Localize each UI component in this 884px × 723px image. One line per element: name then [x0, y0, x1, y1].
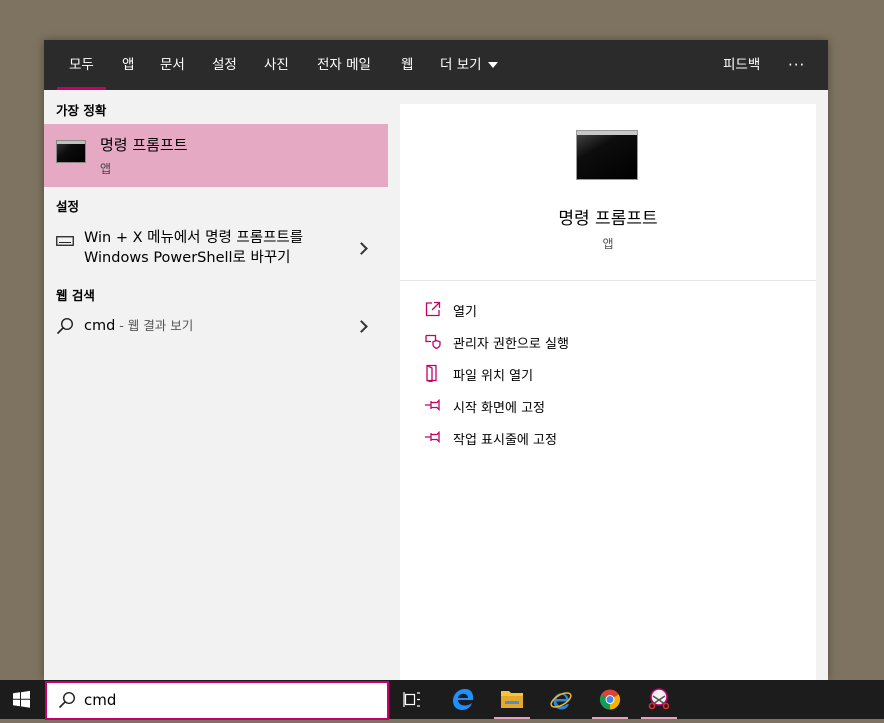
- search-icon: [56, 317, 74, 335]
- chevron-down-icon: [487, 62, 498, 68]
- tab-email[interactable]: 전자 메일: [317, 40, 371, 90]
- search-input[interactable]: cmd: [84, 691, 116, 709]
- open-icon: [425, 301, 441, 317]
- taskbar-snipping-tool[interactable]: [637, 680, 681, 719]
- preview-subtitle: 앱: [602, 237, 614, 251]
- action-pin-to-start-label: 시작 화면에 고정: [453, 401, 545, 416]
- tab-settings[interactable]: 설정: [212, 40, 237, 90]
- taskbar: cmd: [0, 680, 884, 720]
- divider: [400, 280, 816, 281]
- tab-documents[interactable]: 문서: [160, 40, 185, 90]
- taskbar-edge[interactable]: [441, 680, 485, 719]
- section-title-settings: 설정: [56, 199, 80, 214]
- tab-photos[interactable]: 사진: [264, 40, 289, 90]
- results-list: 가장 정확 명령 프롬프트 앱 설정 Win + X 메뉴에서 명령 프롬프트를…: [44, 92, 388, 680]
- settings-result-line2: Windows PowerShell로 바꾸기: [84, 250, 291, 266]
- task-view-button[interactable]: [390, 680, 434, 719]
- pin-icon: [425, 398, 440, 412]
- feedback-button[interactable]: 피드백: [723, 40, 760, 90]
- tab-web[interactable]: 웹: [401, 40, 413, 90]
- preview-pane: 명령 프롬프트 앱 열기 관리자 권한으로 실행 파일 위치 열기 시작 화면에…: [400, 104, 816, 680]
- settings-result-line1: Win + X 메뉴에서 명령 프롬프트를: [84, 230, 304, 246]
- chevron-right-icon: [355, 320, 368, 333]
- chevron-right-icon: [355, 242, 368, 255]
- web-result-suffix: - 웹 결과 보기: [115, 318, 194, 333]
- section-title-best-match: 가장 정확: [56, 103, 107, 118]
- filter-tab-bar: 모두 앱 문서 설정 사진 전자 메일 웹 더 보기 피드백 ···: [44, 40, 828, 90]
- internet-explorer-icon: [550, 692, 572, 710]
- more-options-button[interactable]: ···: [788, 40, 805, 90]
- action-open-label: 열기: [453, 305, 477, 320]
- search-icon: [58, 691, 76, 709]
- action-run-as-admin-label: 관리자 권한으로 실행: [453, 337, 569, 352]
- snipping-tool-icon: [648, 688, 670, 710]
- action-pin-to-taskbar-label: 작업 표시줄에 고정: [453, 433, 557, 448]
- settings-result-item[interactable]: Win + X 메뉴에서 명령 프롬프트를 Windows PowerShell…: [44, 224, 388, 272]
- taskbar-chrome[interactable]: [588, 680, 632, 719]
- pin-icon: [425, 430, 440, 444]
- tab-more[interactable]: 더 보기: [440, 40, 498, 90]
- command-prompt-icon: [56, 140, 86, 163]
- taskbar-search-box[interactable]: cmd: [45, 681, 389, 720]
- section-title-web-search: 웹 검색: [56, 288, 95, 303]
- edge-icon: [453, 689, 473, 710]
- action-open-file-location-label: 파일 위치 열기: [453, 369, 534, 384]
- web-result-item[interactable]: cmd - 웹 결과 보기: [44, 314, 388, 338]
- search-panel: 모두 앱 문서 설정 사진 전자 메일 웹 더 보기 피드백 ··· 가장 정확…: [44, 40, 828, 680]
- taskbar-internet-explorer[interactable]: [539, 680, 583, 719]
- keyboard-icon: [56, 236, 74, 246]
- best-match-subtitle: 앱: [100, 162, 112, 176]
- file-location-icon: [426, 364, 437, 382]
- best-match-item[interactable]: 명령 프롬프트 앱: [44, 124, 388, 187]
- folder-icon: [501, 691, 523, 708]
- tab-more-label: 더 보기: [440, 57, 482, 73]
- start-button[interactable]: [0, 680, 44, 719]
- command-prompt-large-icon: [576, 130, 638, 180]
- web-result-query: cmd: [84, 318, 116, 334]
- tab-all[interactable]: 모두: [57, 40, 106, 90]
- best-match-title: 명령 프롬프트: [100, 136, 188, 154]
- chrome-icon: [599, 689, 621, 710]
- task-view-icon: [403, 692, 420, 707]
- preview-title: 명령 프롬프트: [558, 209, 658, 229]
- taskbar-file-explorer[interactable]: [490, 680, 534, 719]
- admin-shield-icon: [425, 334, 441, 350]
- tab-apps[interactable]: 앱: [122, 40, 134, 90]
- windows-logo-icon: [13, 690, 30, 708]
